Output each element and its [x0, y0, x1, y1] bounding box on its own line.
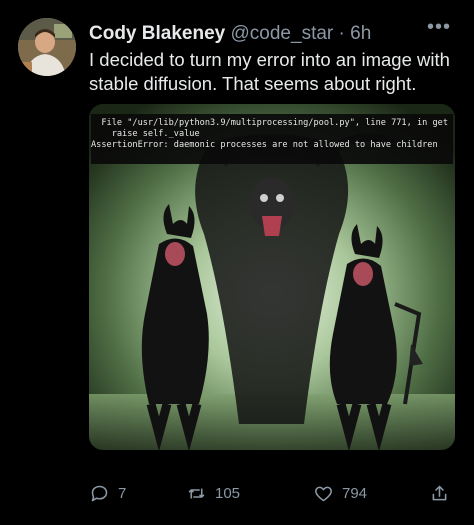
share-button[interactable]: [429, 478, 450, 508]
like-count: 794: [342, 484, 368, 502]
error-line: raise self._value: [91, 129, 200, 139]
tweet-header: Cody Blakeney @code_star · 6h: [89, 22, 371, 46]
retweet-count: 105: [215, 484, 241, 502]
error-traceback: File "/usr/lib/python3.9/multiprocessing…: [91, 114, 453, 164]
separator-dot: ·: [338, 23, 345, 44]
reply-button[interactable]: 7: [89, 478, 126, 508]
error-line: File "/usr/lib/python3.9/multiprocessing…: [91, 118, 448, 128]
tweet-image[interactable]: File "/usr/lib/python3.9/multiprocessing…: [89, 104, 455, 450]
reply-icon: [91, 485, 108, 501]
avatar[interactable]: [18, 18, 76, 76]
tweet[interactable]: Cody Blakeney @code_star · 6h ••• I deci…: [0, 0, 474, 525]
reply-count: 7: [118, 484, 127, 502]
timestamp[interactable]: 6h: [350, 23, 371, 44]
retweet-icon: [188, 487, 205, 499]
author-name[interactable]: Cody Blakeney: [89, 23, 225, 44]
action-bar: 7 105 794: [89, 478, 459, 508]
error-line: AssertionError: daemonic processes are n…: [91, 140, 438, 150]
tweet-text: I decided to turn my error into an image…: [89, 49, 450, 94]
like-button[interactable]: 794: [313, 478, 367, 508]
share-icon: [432, 485, 447, 500]
heart-icon: [315, 486, 332, 501]
more-icon[interactable]: •••: [424, 17, 454, 42]
retweet-button[interactable]: 105: [186, 478, 240, 508]
author-handle[interactable]: @code_star: [231, 23, 334, 44]
